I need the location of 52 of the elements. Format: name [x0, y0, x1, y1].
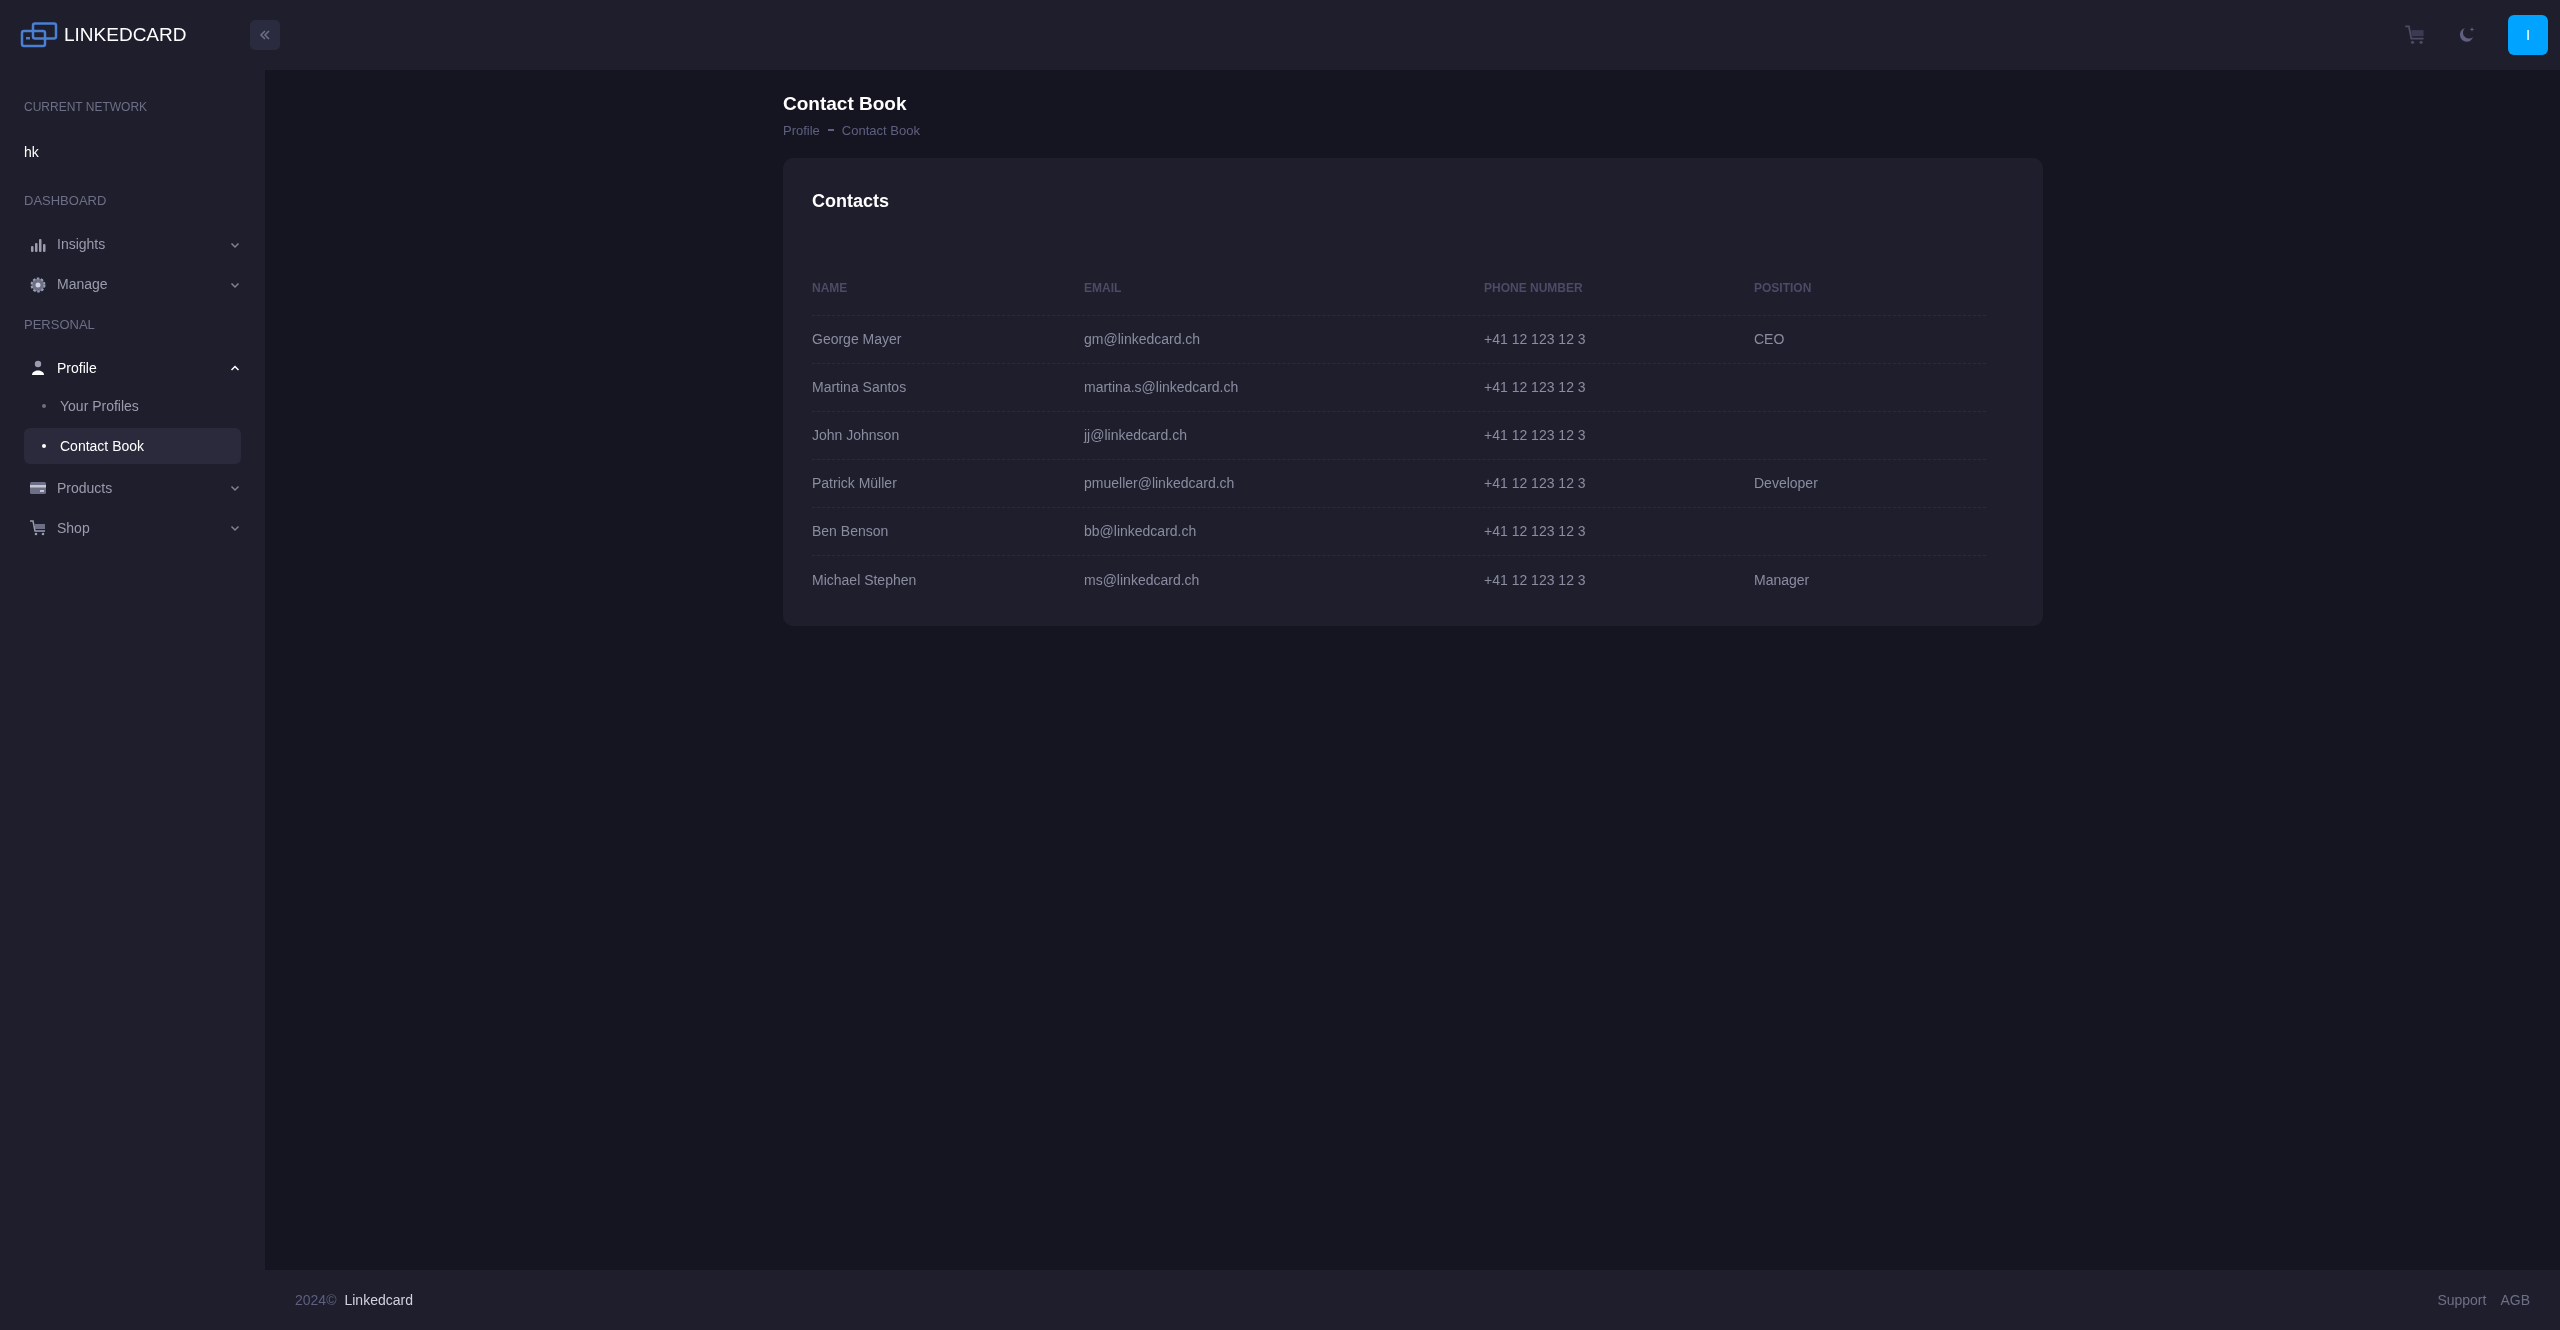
- column-header: PHONE NUMBER: [1484, 281, 1583, 295]
- nav-item[interactable]: Profile: [24, 348, 241, 388]
- table-cell: Martina Santos: [812, 379, 907, 395]
- table-cell: +41 12 123 12 3: [1484, 523, 1586, 539]
- settings-icon: [29, 275, 47, 294]
- column-header: POSITION: [1754, 281, 1812, 295]
- cart-icon: [2404, 24, 2426, 46]
- table-cell: bb@linkedcard.ch: [1084, 523, 1197, 539]
- table-cell: +41 12 123 12 3: [1484, 331, 1586, 347]
- table-cell: gm@linkedcard.ch: [1084, 331, 1201, 347]
- logo-icon: [20, 22, 58, 48]
- logo-text: LINKEDCARD: [64, 22, 187, 47]
- table-cell: CEO: [1754, 331, 1785, 347]
- section-label: DASHBOARD: [24, 192, 108, 210]
- nav-item[interactable]: Products: [24, 468, 241, 508]
- table-cell: pmueller@linkedcard.ch: [1084, 475, 1235, 491]
- table-cell: +41 12 123 12 3: [1484, 427, 1586, 443]
- footer-link[interactable]: Support: [2437, 1289, 2487, 1311]
- table-cell: Patrick Müller: [812, 475, 897, 491]
- table-cell: Ben Benson: [812, 523, 889, 539]
- nav-subitem[interactable]: Your Profiles: [24, 388, 241, 424]
- cart-button[interactable]: [2404, 24, 2426, 46]
- table-cell: +41 12 123 12 3: [1484, 475, 1586, 491]
- table-cell: +41 12 123 12 3: [1484, 379, 1586, 395]
- page-title: Contact Book: [783, 92, 908, 116]
- column-header: NAME: [812, 281, 848, 295]
- table-cell: martina.s@linkedcard.ch: [1084, 379, 1239, 395]
- network-name: hk: [24, 143, 40, 162]
- table-cell: Michael Stephen: [812, 571, 917, 588]
- person-icon: [29, 359, 47, 377]
- table-cell: John Johnson: [812, 427, 900, 443]
- table-cell: Developer: [1754, 475, 1818, 491]
- table-cell: George Mayer: [812, 331, 902, 347]
- table-cell: jj@linkedcard.ch: [1084, 427, 1187, 443]
- nav-subitem[interactable]: Contact Book: [24, 428, 241, 464]
- section-label: CURRENT NETWORK: [24, 99, 149, 116]
- footer-link[interactable]: AGB: [2500, 1289, 2530, 1311]
- nav-item[interactable]: Shop: [24, 508, 241, 548]
- section-label: PERSONAL: [24, 315, 96, 334]
- column-header: EMAIL: [1084, 281, 1122, 295]
- table-cell: Manager: [1754, 571, 1810, 588]
- table-cell: +41 12 123 12 3: [1484, 571, 1586, 588]
- table-cell: ms@linkedcard.ch: [1084, 571, 1200, 588]
- copyright-year: 2024©: [295, 1290, 337, 1310]
- double-chevron-left-icon: [258, 28, 272, 42]
- credit-card-icon: [29, 479, 47, 497]
- nav-item[interactable]: Insights: [24, 224, 241, 265]
- cart-icon: [29, 519, 47, 537]
- collapse-sidebar-button[interactable]: [250, 20, 280, 50]
- brand-link[interactable]: Linkedcard: [344, 1289, 413, 1311]
- nav-item[interactable]: Manage: [24, 264, 241, 305]
- card-title: Contacts: [812, 190, 890, 213]
